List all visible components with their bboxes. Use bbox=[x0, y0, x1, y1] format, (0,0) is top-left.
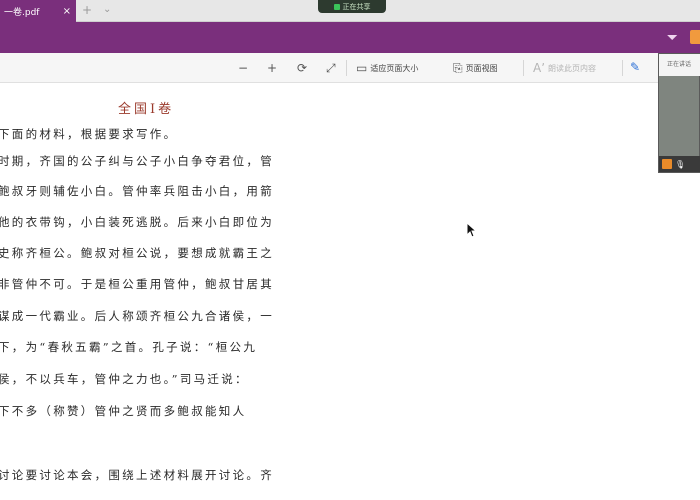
document-line: 下面的材料，根据要求写作。 bbox=[0, 127, 178, 141]
pdf-page: 全国Ⅰ卷 下面的材料，根据要求写作。 时期，齐国的公子纠与公子小白争夺君位，管 … bbox=[0, 84, 660, 500]
read-aloud-label: 朗读此页内容 bbox=[548, 63, 597, 73]
page-view-icon: ⎘ bbox=[453, 61, 463, 75]
fit-page-label: 适应页面大小 bbox=[370, 63, 419, 73]
fit-page-icon: ▭ bbox=[356, 61, 368, 75]
new-tab-icon[interactable]: + bbox=[82, 3, 92, 17]
tab-close-icon[interactable]: × bbox=[63, 6, 71, 17]
document-title: 全国Ⅰ卷 bbox=[118, 102, 175, 117]
app-title-bar: ⏷ bbox=[0, 22, 700, 53]
document-line: 谋成一代霸业。后人称颂齐桓公九合诸侯，一 bbox=[0, 309, 274, 323]
document-line: 史称齐桓公。鲍叔对桓公说，要想成就霸王之 bbox=[0, 246, 274, 260]
read-aloud-button[interactable]: Aʼ 朗读此页内容 bbox=[533, 61, 596, 75]
document-line: 下不多（称赞）管仲之贤而多鲍叔能知人 bbox=[0, 404, 247, 418]
video-call-window[interactable]: 正在讲话 🎙 bbox=[658, 53, 700, 173]
zoom-out-button[interactable]: − bbox=[238, 61, 248, 75]
document-line: 侯，不以兵车，管仲之力也。”司马迁说： bbox=[0, 372, 249, 386]
tab-strip: 一卷.pdf × + ⌄ 正在共享 bbox=[0, 0, 700, 22]
document-line: 讨论要讨论本会，围绕上述材料展开讨论。齐 bbox=[0, 468, 274, 482]
expand-icon: ⤢ bbox=[326, 61, 336, 75]
screen-share-indicator[interactable]: 正在共享 bbox=[318, 0, 386, 13]
tab-list-chevron-icon[interactable]: ⌄ bbox=[103, 4, 111, 15]
toolbar-divider bbox=[346, 60, 347, 76]
page-view-button[interactable]: ⎘ 页面视图 bbox=[453, 61, 498, 76]
filter-icon[interactable]: ⏷ bbox=[667, 30, 678, 46]
share-status-icon bbox=[333, 3, 340, 10]
read-aloud-icon: Aʼ bbox=[533, 61, 546, 75]
video-controls: 🎙 bbox=[659, 156, 700, 172]
document-line: 下，为“春秋五霸”之首。孔子说：“桓公九 bbox=[0, 340, 258, 354]
rotate-icon: ⟳ bbox=[297, 61, 308, 75]
annotate-pen-icon[interactable]: ✎ bbox=[630, 60, 640, 74]
gift-icon[interactable] bbox=[690, 30, 700, 44]
document-line: 他的衣带钩，小白装死逃脱。后来小白即位为 bbox=[0, 215, 274, 229]
share-status-label: 正在共享 bbox=[342, 2, 371, 11]
tab-label: 一卷.pdf bbox=[4, 7, 40, 18]
mouse-cursor-icon bbox=[466, 222, 478, 238]
document-line: 时期，齐国的公子纠与公子小白争夺君位，管 bbox=[0, 154, 274, 168]
fullscreen-button[interactable]: ⤢ bbox=[326, 61, 336, 76]
plus-icon: + bbox=[267, 61, 278, 75]
zoom-in-button[interactable]: + bbox=[267, 61, 277, 75]
rotate-button[interactable]: ⟳ bbox=[297, 61, 307, 75]
toolbar-divider bbox=[622, 60, 623, 76]
video-status-label: 正在讲话 bbox=[659, 54, 700, 76]
tab-active-document[interactable]: 一卷.pdf × bbox=[0, 0, 76, 22]
fit-page-button[interactable]: ▭ 适应页面大小 bbox=[356, 61, 418, 75]
page-view-label: 页面视图 bbox=[465, 64, 498, 73]
minus-icon: − bbox=[238, 61, 249, 75]
document-line: 非管仲不可。于是桓公重用管仲，鲍叔甘居其 bbox=[0, 277, 274, 291]
avatar bbox=[662, 159, 672, 169]
toolbar-divider bbox=[523, 60, 524, 76]
document-line: 鲍叔牙则辅佐小白。管仲率兵阻击小白，用箭 bbox=[0, 184, 274, 198]
viewer-toolbar: − + ⟳ ⤢ ▭ 适应页面大小 ⎘ 页面视图 Aʼ 朗读此页内容 ✎ bbox=[0, 53, 700, 83]
microphone-icon[interactable]: 🎙 bbox=[675, 160, 685, 169]
